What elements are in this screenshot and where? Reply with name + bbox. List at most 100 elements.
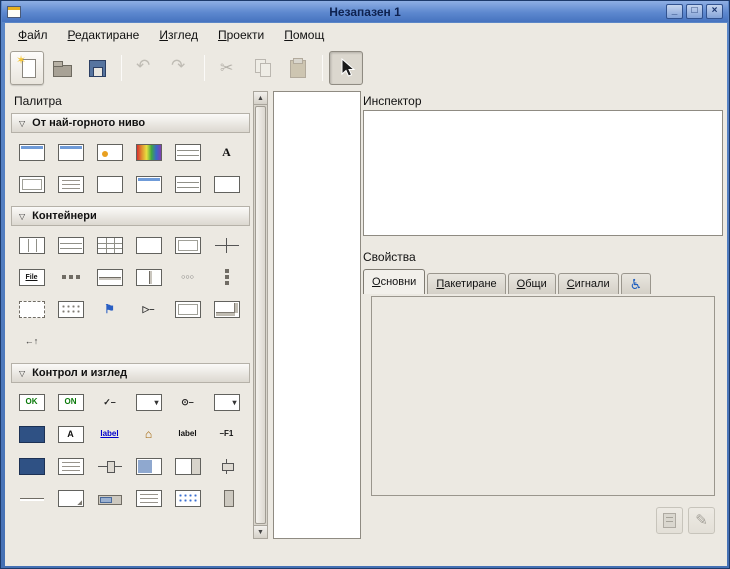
- palette-item-menubar[interactable]: File: [12, 261, 51, 293]
- palette-item-expander[interactable]: ▷–: [129, 293, 168, 325]
- selector-button[interactable]: [329, 51, 363, 85]
- tab-packing[interactable]: Пакетиране: [427, 273, 505, 294]
- new-button[interactable]: [10, 51, 44, 85]
- palette-item-label[interactable]: label: [168, 418, 207, 450]
- palette-section-header-control-and-display[interactable]: ▽Контрол и изглед: [11, 363, 250, 383]
- toggle-button-icon: ON: [58, 394, 84, 411]
- palette-item-input-dialog[interactable]: [12, 168, 51, 200]
- palette-item-notebook[interactable]: ⚑: [90, 293, 129, 325]
- palette-item-statusbar[interactable]: [51, 482, 90, 514]
- palette-item-vbuttonbox[interactable]: [207, 261, 246, 293]
- palette-item-about-dialog[interactable]: [51, 168, 90, 200]
- palette-item-hscale[interactable]: [90, 450, 129, 482]
- scrollbar-thumb[interactable]: [255, 106, 266, 524]
- palette-item-property-dialog[interactable]: [129, 168, 168, 200]
- menubar-glyph: File: [25, 274, 37, 281]
- palette-item-scrolled-window[interactable]: [207, 293, 246, 325]
- palette-scrollbar[interactable]: [253, 91, 268, 539]
- palette-item-alignment[interactable]: ←↑: [12, 325, 51, 357]
- palette-item-vscrollbar[interactable]: [207, 482, 246, 514]
- scroll-up-icon[interactable]: [253, 91, 268, 105]
- toolbar-separator: [204, 55, 205, 81]
- design-canvas[interactable]: [273, 91, 361, 539]
- palette-item-message-dialog[interactable]: [90, 136, 129, 168]
- palette-item-progress-bar[interactable]: [129, 450, 168, 482]
- palette-item-button[interactable]: OK: [12, 386, 51, 418]
- handle-box-icon: [19, 301, 45, 318]
- palette-item-text-view[interactable]: [51, 450, 90, 482]
- entry-icon: [19, 426, 45, 443]
- palette-item-radio-button[interactable]: ⊙–: [168, 386, 207, 418]
- menu-view[interactable]: Изглед: [149, 24, 208, 46]
- palette-item-check-button[interactable]: ✓–: [90, 386, 129, 418]
- minimize-button[interactable]: _: [666, 4, 683, 19]
- palette-item-icon-view[interactable]: [168, 482, 207, 514]
- palette-item-color-selection-dialog[interactable]: [129, 136, 168, 168]
- palette-item-frame[interactable]: [129, 229, 168, 261]
- titlebar[interactable]: Незапазен 1 _ □ ×: [2, 1, 728, 22]
- palette-item-aspect-frame[interactable]: [168, 229, 207, 261]
- palette-section-header-containers[interactable]: ▽Контейнери: [11, 206, 250, 226]
- palette-item-accel-label[interactable]: –F1: [207, 418, 246, 450]
- palette-item-custom-window[interactable]: [207, 168, 246, 200]
- palette-item-hbuttonbox[interactable]: ○○○: [168, 261, 207, 293]
- palette-item-vpaned[interactable]: [90, 261, 129, 293]
- palette-item-hpaned[interactable]: [129, 261, 168, 293]
- alignment-icon: ←↑: [19, 333, 45, 350]
- menu-projects[interactable]: Проекти: [208, 24, 274, 46]
- palette-item-hscrollbar[interactable]: [90, 482, 129, 514]
- save-button[interactable]: [80, 51, 114, 85]
- inspector-view[interactable]: [363, 110, 723, 236]
- palette-item-spin-button[interactable]: [168, 450, 207, 482]
- maximize-button[interactable]: □: [686, 4, 703, 19]
- fixed-icon: [214, 237, 240, 254]
- alignment-glyph: ←↑: [25, 337, 39, 346]
- tab-common[interactable]: Общи: [508, 273, 556, 294]
- palette-item-viewport[interactable]: [168, 293, 207, 325]
- palette-item-vbox[interactable]: [51, 229, 90, 261]
- table-icon: [97, 237, 123, 254]
- palette-item-handle-box[interactable]: [12, 293, 51, 325]
- palette-item-combo-box-entry[interactable]: [12, 450, 51, 482]
- palette-item-fixed[interactable]: [207, 229, 246, 261]
- palette-item-hseparator[interactable]: [12, 482, 51, 514]
- tab-accessibility[interactable]: ♿: [621, 273, 652, 294]
- palette-item-vscale[interactable]: [207, 450, 246, 482]
- menu-label-file: Файл: [18, 28, 48, 42]
- font-selection-dialog-glyph: A: [222, 146, 231, 158]
- palette-item-image[interactable]: ⌂: [129, 418, 168, 450]
- palette-section-header-toplevel[interactable]: ▽От най-горното ниво: [11, 113, 250, 133]
- palette-item-table[interactable]: [90, 229, 129, 261]
- palette-item-list-dialog[interactable]: [168, 168, 207, 200]
- palette-item-tree-view[interactable]: [129, 482, 168, 514]
- palette-item-file-selection-dialog[interactable]: [168, 136, 207, 168]
- open-button[interactable]: [45, 51, 79, 85]
- palette-item-char-button[interactable]: A: [51, 418, 90, 450]
- menu-help[interactable]: Помощ: [274, 24, 334, 46]
- palette-item-window[interactable]: [12, 136, 51, 168]
- close-button[interactable]: ×: [706, 4, 723, 19]
- palette-item-dialog[interactable]: [51, 136, 90, 168]
- palette-item-combo-box[interactable]: [129, 386, 168, 418]
- palette-item-link-label[interactable]: label: [90, 418, 129, 450]
- expander-glyph: ▷–: [143, 305, 155, 314]
- palette-item-toggle-button[interactable]: ON: [51, 386, 90, 418]
- palette-item-hbox[interactable]: [12, 229, 51, 261]
- properties-content[interactable]: [371, 296, 715, 496]
- tab-general[interactable]: Основни: [363, 269, 425, 294]
- palette-item-font-selection-dialog[interactable]: A: [207, 136, 246, 168]
- palette-item-layout[interactable]: [51, 293, 90, 325]
- hseparator-icon: [19, 490, 45, 507]
- palette-title: Палитра: [14, 94, 62, 108]
- palette-item-entry[interactable]: [12, 418, 51, 450]
- menu-edit[interactable]: Редактиране: [58, 24, 150, 46]
- palette-item-option-menu[interactable]: [207, 386, 246, 418]
- tab-label-general: Основни: [372, 276, 416, 288]
- palette-item-plug-window[interactable]: [90, 168, 129, 200]
- palette-section-label-containers: Контейнери: [32, 210, 97, 222]
- tab-signals[interactable]: Сигнали: [558, 273, 619, 294]
- palette-item-toolbar[interactable]: [51, 261, 90, 293]
- scroll-down-icon[interactable]: [253, 525, 268, 539]
- accessibility-icon: ♿: [630, 277, 643, 291]
- menu-file[interactable]: Файл: [8, 24, 58, 46]
